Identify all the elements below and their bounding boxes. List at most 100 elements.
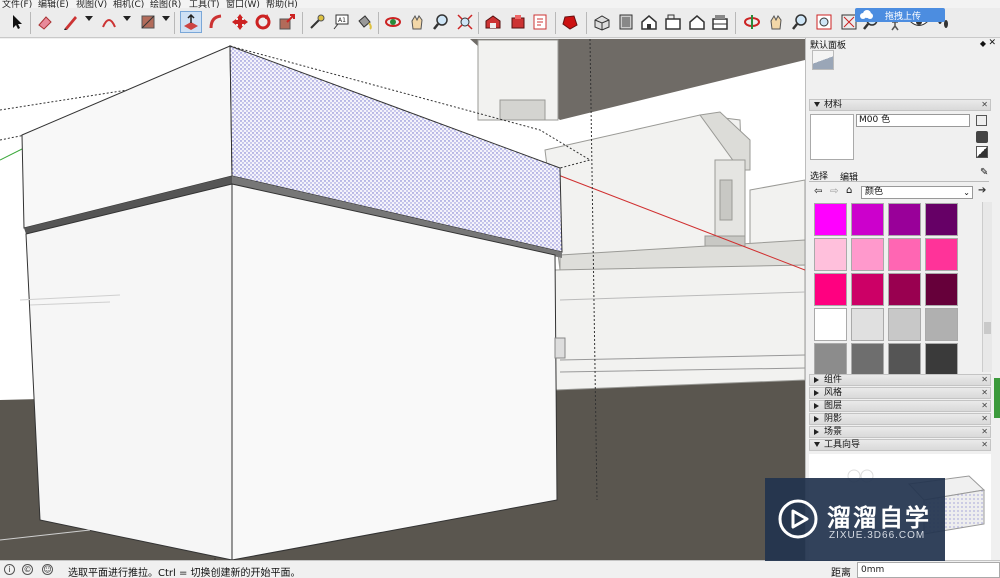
create-material-icon[interactable] bbox=[976, 115, 987, 126]
instructor-header[interactable]: 工具向导 ✕ bbox=[809, 439, 991, 451]
menu-file[interactable]: 文件(F) bbox=[2, 0, 32, 8]
category-dropdown[interactable]: 颜色 ⌄ bbox=[861, 186, 973, 199]
measurement-input[interactable]: 0mm bbox=[857, 562, 1000, 578]
cloud-icon bbox=[860, 10, 873, 19]
menu-view[interactable]: 视图(V) bbox=[76, 0, 107, 8]
material-swatch[interactable] bbox=[888, 238, 921, 271]
tape-measure-icon[interactable] bbox=[306, 11, 328, 33]
credits-icon[interactable]: © bbox=[22, 564, 33, 575]
forward-arrow-icon[interactable]: ⇨ bbox=[830, 186, 838, 197]
scale-icon[interactable] bbox=[276, 11, 298, 33]
material-swatch[interactable] bbox=[925, 273, 958, 306]
status-bar: i © ☺ 选取平面进行推拉。Ctrl = 切换创建新的开始平面。 距离 0mm bbox=[0, 560, 1000, 578]
follow-me-icon[interactable] bbox=[205, 11, 227, 33]
menu-camera[interactable]: 相机(C) bbox=[113, 0, 144, 8]
menu-bar: 文件(F) 编辑(E) 视图(V) 相机(C) 绘图(R) 工具(T) 窗口(W… bbox=[0, 0, 1000, 8]
push-pull-icon[interactable] bbox=[180, 11, 202, 33]
watermark: 溜溜自学 ZIXUE.3D66.COM bbox=[765, 478, 945, 561]
material-swatch[interactable] bbox=[851, 273, 884, 306]
details-arrow-icon[interactable]: ➔ bbox=[978, 185, 986, 196]
material-swatch[interactable] bbox=[814, 238, 847, 271]
layers-header[interactable]: 图层 ✕ bbox=[809, 400, 991, 412]
tray-thumbnail bbox=[812, 50, 834, 70]
move-icon[interactable] bbox=[229, 11, 251, 33]
material-swatch[interactable] bbox=[925, 308, 958, 341]
scenes-header[interactable]: 场景 ✕ bbox=[809, 426, 991, 438]
paint-bucket-icon[interactable] bbox=[353, 11, 375, 33]
material-swatch[interactable] bbox=[851, 308, 884, 341]
material-swatch[interactable] bbox=[851, 238, 884, 271]
material-name-field[interactable]: M00 色 bbox=[856, 114, 970, 127]
eraser-icon[interactable] bbox=[34, 11, 56, 33]
right-view-icon[interactable] bbox=[662, 11, 684, 33]
ruby-icon[interactable] bbox=[559, 11, 581, 33]
rectangle-icon[interactable] bbox=[137, 11, 159, 33]
material-swatch[interactable] bbox=[925, 203, 958, 236]
walk-icon[interactable] bbox=[765, 11, 787, 33]
material-swatch[interactable] bbox=[925, 343, 958, 376]
watermark-title: 溜溜自学 bbox=[827, 504, 931, 532]
material-swatch[interactable] bbox=[851, 343, 884, 376]
material-swatch[interactable] bbox=[888, 308, 921, 341]
shadows-header[interactable]: 阴影 ✕ bbox=[809, 413, 991, 425]
menu-window[interactable]: 窗口(W) bbox=[226, 0, 260, 8]
geo-location-icon[interactable]: i bbox=[4, 564, 15, 575]
materials-header[interactable]: 材料 ✕ bbox=[809, 99, 991, 111]
material-swatch[interactable] bbox=[814, 203, 847, 236]
close-icon[interactable]: ✕ bbox=[981, 100, 988, 110]
iso-view-icon[interactable] bbox=[591, 11, 613, 33]
section-plane-icon[interactable] bbox=[741, 11, 763, 33]
material-swatch[interactable] bbox=[814, 343, 847, 376]
position-camera-icon[interactable] bbox=[813, 11, 835, 33]
zoom-extents-icon[interactable] bbox=[454, 11, 476, 33]
tray-close-icon[interactable]: ✕ bbox=[988, 38, 996, 48]
menu-draw[interactable]: 绘图(R) bbox=[150, 0, 181, 8]
extension-icon[interactable] bbox=[507, 11, 529, 33]
material-swatch[interactable] bbox=[925, 238, 958, 271]
upload-label: 拖拽上传 bbox=[885, 11, 922, 22]
eyedropper-icon[interactable]: ✎ bbox=[980, 167, 988, 178]
material-swatch[interactable] bbox=[888, 343, 921, 376]
pin-icon[interactable]: ◆ bbox=[980, 39, 986, 48]
material-swatch[interactable] bbox=[814, 308, 847, 341]
text-icon[interactable]: A1 bbox=[330, 11, 352, 33]
arc-icon[interactable] bbox=[98, 11, 120, 33]
components-header[interactable]: 组件 ✕ bbox=[809, 374, 991, 386]
front-view-icon[interactable] bbox=[638, 11, 660, 33]
menu-tools[interactable]: 工具(T) bbox=[189, 0, 220, 8]
pencil-icon[interactable] bbox=[60, 11, 82, 33]
material-swatch[interactable] bbox=[814, 273, 847, 306]
back-view-icon[interactable] bbox=[686, 11, 708, 33]
sample-paint-icon[interactable] bbox=[976, 146, 988, 158]
zoom-icon[interactable] bbox=[430, 11, 452, 33]
look-around-icon[interactable] bbox=[789, 11, 811, 33]
select-icon[interactable] bbox=[6, 11, 28, 33]
svg-text:A1: A1 bbox=[338, 17, 346, 24]
materials-title: 材料 bbox=[824, 100, 843, 110]
material-swatch[interactable] bbox=[851, 203, 884, 236]
rotate-icon[interactable] bbox=[252, 11, 274, 33]
menu-edit[interactable]: 编辑(E) bbox=[38, 0, 69, 8]
orbit-icon[interactable] bbox=[382, 11, 404, 33]
user-icon[interactable]: ☺ bbox=[42, 564, 53, 575]
left-view-icon[interactable] bbox=[709, 11, 731, 33]
material-swatch[interactable] bbox=[888, 203, 921, 236]
default-material-icon[interactable] bbox=[976, 131, 988, 143]
status-hint: 选取平面进行推拉。Ctrl = 切换创建新的开始平面。 bbox=[68, 568, 301, 578]
tray-edge-handle[interactable] bbox=[994, 378, 1000, 418]
scene-drawing bbox=[0, 39, 805, 560]
home-icon[interactable]: ⌂ bbox=[846, 185, 852, 196]
warehouse-icon[interactable] bbox=[482, 11, 504, 33]
top-view-icon[interactable] bbox=[615, 11, 637, 33]
upload-badge[interactable]: 拖拽上传 bbox=[855, 8, 945, 22]
layout-icon[interactable] bbox=[530, 11, 552, 33]
category-value: 颜色 bbox=[865, 187, 884, 197]
swatch-scrollbar[interactable] bbox=[982, 202, 992, 372]
menu-help[interactable]: 帮助(H) bbox=[266, 0, 298, 8]
model-viewport[interactable] bbox=[0, 39, 805, 560]
material-preview bbox=[810, 114, 854, 160]
styles-header[interactable]: 风格 ✕ bbox=[809, 387, 991, 399]
pan-icon[interactable] bbox=[406, 11, 428, 33]
material-swatch[interactable] bbox=[888, 273, 921, 306]
back-arrow-icon[interactable]: ⇦ bbox=[814, 186, 822, 197]
